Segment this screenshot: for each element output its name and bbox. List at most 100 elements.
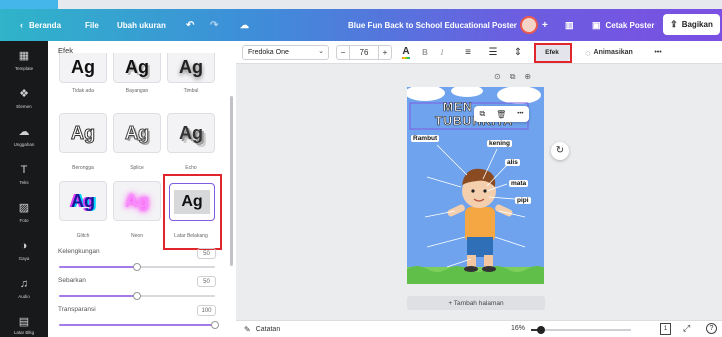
elements-icon: ❖: [19, 88, 29, 100]
font-name: Fredoka One: [248, 49, 289, 56]
rail-item-audio[interactable]: ♫ Audio: [0, 277, 48, 313]
share-button[interactable]: ⇪ Bagikan: [663, 14, 720, 35]
analytics-icon[interactable]: ▥: [565, 9, 574, 41]
help-icon[interactable]: ?: [706, 323, 717, 334]
rail-item-upload[interactable]: ☁ Unggahan: [0, 125, 48, 161]
effect-echo-tile[interactable]: Ag: [167, 113, 215, 153]
lock-icon[interactable]: ⊙: [494, 72, 501, 82]
back-button[interactable]: ‹ Beranda: [20, 9, 61, 41]
background-icon: ▤: [18, 316, 30, 328]
trash-icon[interactable]: 🗑: [496, 110, 506, 119]
add-page-icon[interactable]: ⊕: [524, 72, 531, 82]
transparency-value-input[interactable]: 100: [197, 305, 216, 316]
page-count-icon[interactable]: 1: [660, 323, 671, 335]
effect-lift-tile[interactable]: Ag: [167, 53, 215, 83]
align-center-icon[interactable]: ≡: [461, 45, 475, 60]
audio-icon: ♫: [19, 278, 29, 290]
file-menu[interactable]: File: [85, 9, 99, 41]
text-color-button[interactable]: A: [399, 45, 413, 60]
animate-label: Animasikan: [593, 49, 633, 56]
copy-icon[interactable]: ⧉: [479, 109, 485, 119]
effect-label: Glitch: [76, 233, 90, 239]
effect-sample: Ag: [71, 122, 96, 143]
panel-scrollbar[interactable]: [230, 96, 233, 266]
spread-slider[interactable]: [59, 292, 215, 300]
effect-glitch-tile[interactable]: Ag: [59, 181, 107, 221]
more-options-button[interactable]: •••: [650, 45, 666, 60]
top-header: ‹ Beranda File Ubah ukuran ↶ ↷ ☁ Blue Fu…: [0, 9, 722, 41]
poster-title-line1[interactable]: MEN: [443, 100, 473, 115]
slider-label-spread: Sebarkan: [58, 277, 86, 284]
effect-splice-tile[interactable]: Ag: [113, 113, 161, 153]
list-icon[interactable]: ☰: [486, 45, 500, 60]
effect-hollow-tile[interactable]: Ag: [59, 113, 107, 153]
font-size-input[interactable]: 76: [349, 45, 379, 60]
rail-label: Latar Blkg: [13, 330, 35, 335]
poster-label-cheek[interactable]: pipi: [515, 197, 531, 204]
rail-label: Gaya: [18, 256, 30, 261]
rail-item-background[interactable]: ▤ Latar Blkg: [0, 315, 48, 337]
rail-item-text[interactable]: T Teks: [0, 163, 48, 199]
effect-label: Bayangan: [125, 88, 149, 94]
avatar[interactable]: [520, 16, 538, 34]
roundness-value-input[interactable]: 50: [197, 248, 216, 259]
rail-item-elements[interactable]: ❖ Elemen: [0, 87, 48, 123]
duplicate-page-icon[interactable]: ⧉: [510, 72, 516, 82]
rail-label: Template: [14, 66, 34, 71]
bottom-bar: ✎ Catatan 16% 1 ⤢ ?: [236, 320, 722, 337]
chevron-down-icon: ⌄: [318, 48, 324, 55]
rail-label: Elemen: [16, 104, 32, 109]
roundness-slider[interactable]: [59, 263, 215, 271]
zoom-slider[interactable]: [531, 326, 631, 334]
effect-shadow-tile[interactable]: Ag: [113, 53, 161, 83]
rail-label: Unggahan: [13, 142, 35, 147]
left-rail: ▦ Template ❖ Elemen ☁ Unggahan T Teks ▨ …: [0, 41, 48, 337]
effect-none-tile[interactable]: Ag: [59, 53, 107, 83]
resize-button[interactable]: Ubah ukuran: [117, 9, 166, 41]
text-icon: T: [20, 164, 28, 176]
add-collaborator-button[interactable]: +: [542, 9, 548, 41]
slider-knob[interactable]: [133, 292, 141, 300]
share-label: Bagikan: [681, 20, 713, 29]
more-icon[interactable]: •••: [517, 111, 523, 117]
photo-icon: ▨: [18, 202, 30, 214]
chevron-left-icon: ‹: [20, 20, 23, 30]
fullscreen-icon[interactable]: ⤢: [683, 323, 690, 334]
rail-item-photo[interactable]: ▨ Foto: [0, 201, 48, 237]
text-toolbar: Fredoka One ⌄ − 76 + A B I ≡ ☰ ⇕ Efek ◌ …: [236, 41, 722, 64]
poster-label-forehead[interactable]: kening: [487, 140, 512, 147]
spacing-icon[interactable]: ⇕: [511, 45, 525, 60]
bold-button[interactable]: B: [419, 45, 431, 60]
font-size-increase-button[interactable]: +: [378, 45, 392, 60]
undo-icon[interactable]: ↶: [186, 9, 194, 41]
slider-label-roundness: Kelengkungan: [58, 248, 100, 255]
redo-icon[interactable]: ↷: [210, 9, 218, 41]
notes-button[interactable]: ✎ Catatan: [244, 325, 280, 334]
poster-label-eyebrow[interactable]: alis: [505, 159, 520, 166]
upload-icon: ☁: [18, 126, 30, 138]
slider-knob[interactable]: [211, 321, 219, 329]
zoom-value[interactable]: 16%: [511, 325, 525, 332]
browser-tab-accent: [0, 0, 58, 9]
animate-button[interactable]: ◌ Animasikan: [578, 45, 640, 60]
print-button[interactable]: ▣ Cetak Poster: [592, 9, 654, 41]
rail-item-styles[interactable]: ◑ Gaya: [0, 239, 48, 275]
effect-neon-tile[interactable]: Ag: [113, 181, 161, 221]
poster-label-hair[interactable]: Rambut: [411, 135, 440, 142]
poster-label-eye[interactable]: mata: [509, 180, 529, 187]
font-family-select[interactable]: Fredoka One ⌄: [242, 45, 329, 60]
font-size-decrease-button[interactable]: −: [336, 45, 350, 60]
rail-item-template[interactable]: ▦ Template: [0, 49, 48, 85]
spread-value-input[interactable]: 50: [197, 276, 216, 287]
effects-panel: Efek Ag Tidak ada Ag Bayangan Ag Timbul …: [48, 41, 236, 337]
add-page-button[interactable]: + Tambah halaman: [407, 296, 545, 310]
transparency-slider[interactable]: [59, 321, 219, 329]
styles-icon: ◑: [20, 240, 28, 252]
effect-label: Splice: [130, 165, 144, 171]
rotate-icon[interactable]: ↻: [551, 142, 569, 160]
italic-button[interactable]: I: [436, 45, 448, 60]
zoom-slider-knob[interactable]: [537, 326, 545, 334]
document-title[interactable]: Blue Fun Back to School Educational Post…: [348, 9, 517, 41]
print-label: Cetak Poster: [605, 20, 655, 30]
slider-knob[interactable]: [133, 263, 141, 271]
